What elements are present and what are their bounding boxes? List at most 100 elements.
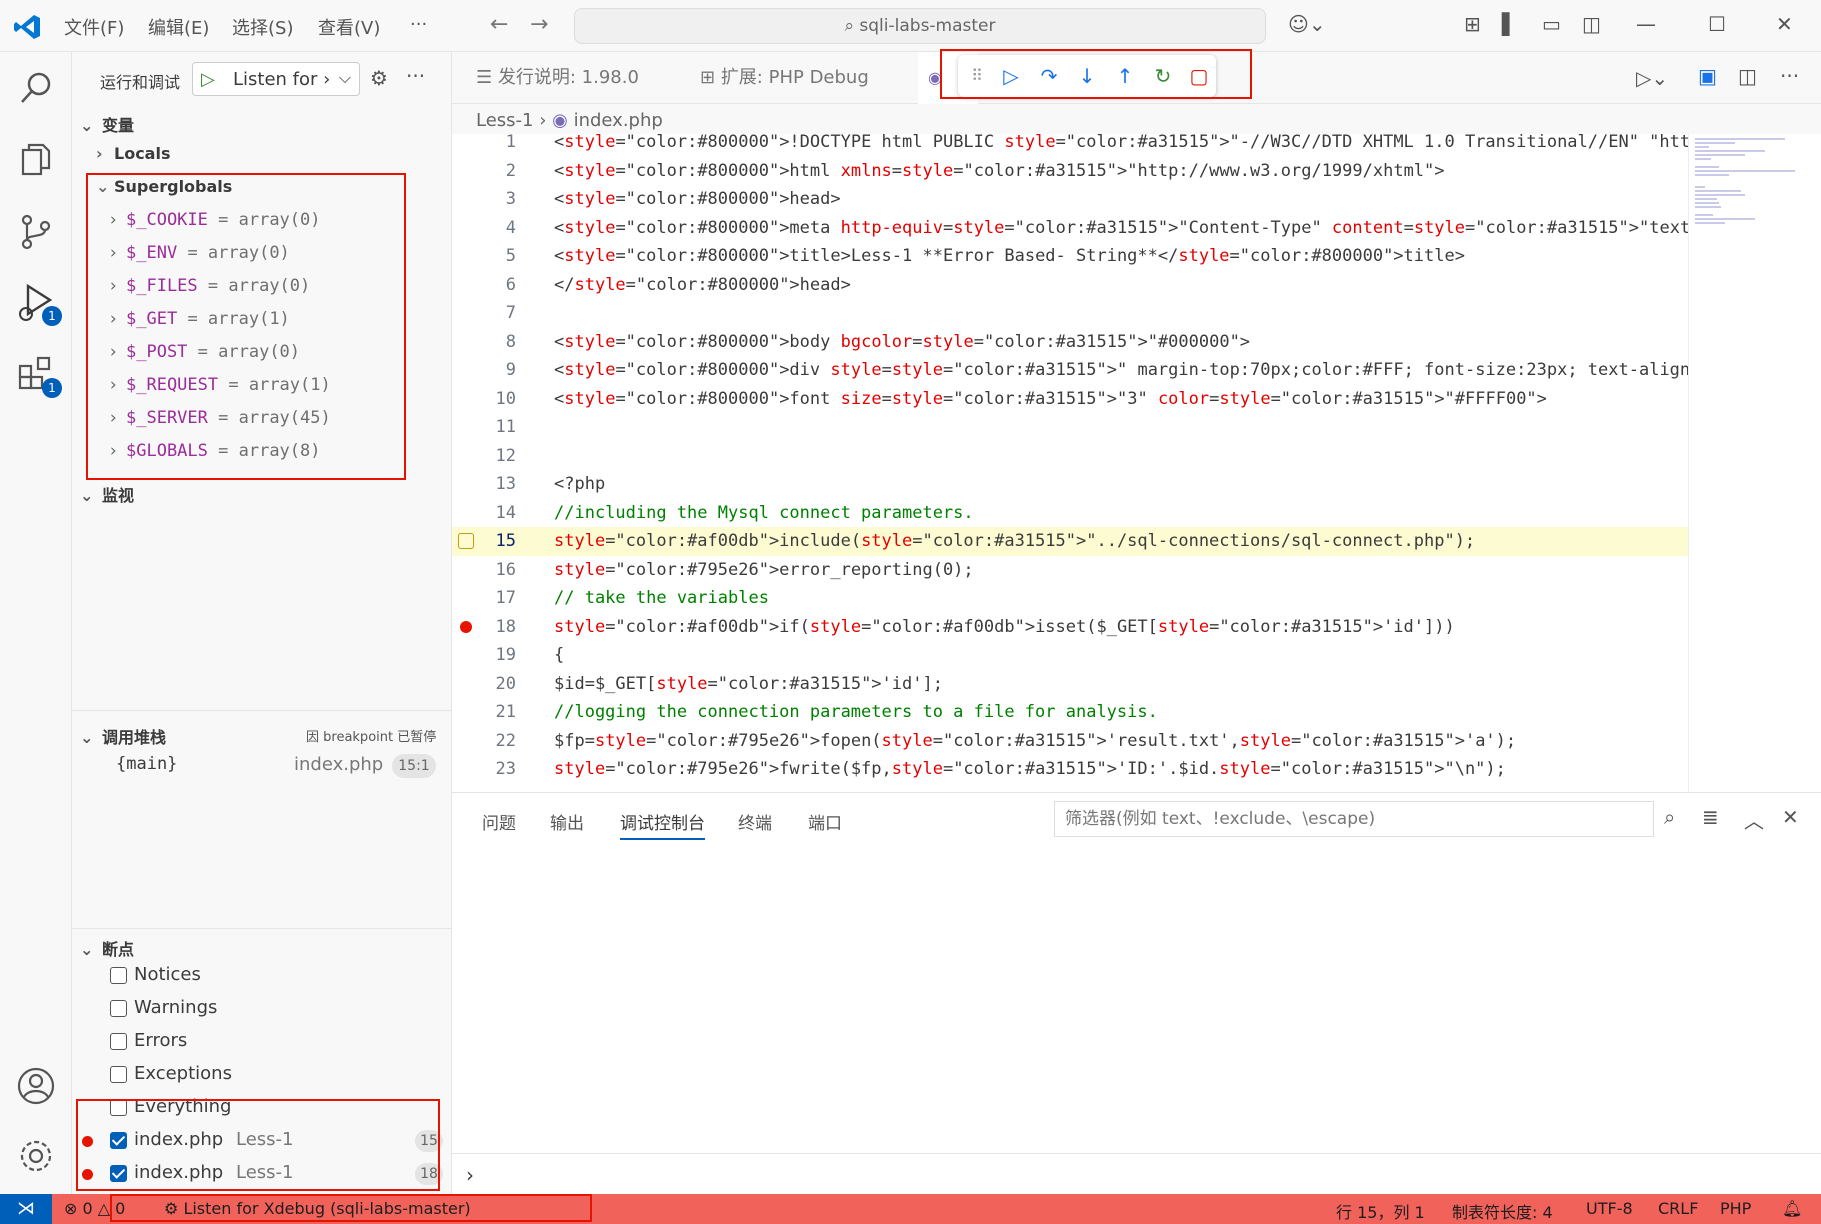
php-extension-icon[interactable]: ▣ — [1698, 64, 1717, 88]
step-out-icon[interactable]: ↑ — [1112, 63, 1138, 89]
code-line[interactable]: 11 — [452, 413, 1688, 442]
checkbox[interactable] — [110, 1066, 127, 1083]
open-launch-json-gear-icon[interactable]: ⚙ — [370, 66, 388, 90]
code-editor[interactable]: 1 <style="color:#800000">!DOCTYPE html PU… — [452, 134, 1688, 792]
code-line[interactable]: 22 $fp=style="color:#795e26">fopen(style=… — [452, 727, 1688, 756]
step-into-icon[interactable]: ↓ — [1074, 63, 1100, 89]
tab-php-debug-extension[interactable]: ⊞ 扩展: PHP Debug — [700, 52, 869, 104]
variable-row[interactable]: › $_COOKIE = array(0) — [108, 210, 321, 230]
toggle-panel-icon[interactable]: ▭ — [1542, 12, 1561, 36]
step-over-icon[interactable]: ↷ — [1036, 63, 1062, 89]
launch-config-select[interactable]: ▷ Listen for › ⌵ — [192, 62, 360, 96]
console-prompt-icon[interactable]: › — [466, 1163, 474, 1187]
code-line[interactable]: 20 $id=$_GET[style="color:#a31515">'id']; — [452, 670, 1688, 699]
tab-problems[interactable]: 问题 — [482, 809, 516, 834]
code-line[interactable]: 8 <style="color:#800000">body bgcolor=sty… — [452, 328, 1688, 357]
tab-debug-console[interactable]: 调试控制台 — [620, 809, 705, 840]
checkbox[interactable] — [110, 1165, 127, 1182]
search-view-icon[interactable] — [14, 66, 58, 110]
variable-row[interactable]: › $_POST = array(0) — [108, 342, 300, 362]
exception-breakpoint-row[interactable]: Errors — [72, 1026, 451, 1058]
code-line[interactable]: 23 style="color:#795e26">fwrite($fp,style… — [452, 755, 1688, 784]
superglobals-scope[interactable]: ⌄ Superglobals — [96, 177, 232, 196]
menu-file[interactable]: 文件(F) — [64, 14, 124, 40]
variable-row[interactable]: › $_ENV = array(0) — [108, 243, 290, 263]
checkbox[interactable] — [110, 1033, 127, 1050]
watch-section-header[interactable]: ⌄ 监视 — [80, 482, 134, 506]
nav-back-icon[interactable]: ← — [490, 12, 508, 37]
code-line[interactable]: 5 <style="color:#800000">title>Less-1 **E… — [452, 242, 1688, 271]
code-line[interactable]: 9 <style="color:#800000">div style=style=… — [452, 356, 1688, 385]
code-line[interactable]: 10 <style="color:#800000">font size=style… — [452, 385, 1688, 414]
menu-selection[interactable]: 选择(S) — [232, 14, 293, 40]
file-breakpoint-row[interactable]: index.php Less-1 15 — [72, 1125, 451, 1157]
tab-ports[interactable]: 端口 — [808, 809, 842, 834]
code-line[interactable]: 17 // take the variables — [452, 584, 1688, 613]
toggle-sidebar-icon[interactable]: ▌ — [1502, 12, 1517, 36]
checkbox[interactable] — [110, 1099, 127, 1116]
search-icon[interactable]: ⌕ — [1664, 805, 1675, 829]
close-panel-icon[interactable]: ✕ — [1782, 805, 1799, 829]
remote-indicator-icon[interactable]: ⋊ — [0, 1194, 52, 1224]
checkbox[interactable] — [110, 967, 127, 984]
tab-output[interactable]: 输出 — [550, 809, 584, 834]
clear-console-icon[interactable]: ≣ — [1702, 805, 1719, 829]
maximize-panel-chevron-up-icon[interactable]: ︿ — [1744, 805, 1764, 834]
callstack-frame[interactable]: {main} index.php 15:1 — [116, 754, 446, 784]
checkbox[interactable] — [110, 1000, 127, 1017]
code-line[interactable]: 4 <style="color:#800000">meta http-equiv=… — [452, 214, 1688, 243]
exception-breakpoint-row[interactable]: Notices — [72, 960, 451, 992]
stop-icon[interactable]: ▢ — [1186, 63, 1212, 89]
command-center-search[interactable]: ⌕ sqli-labs-master — [574, 8, 1266, 44]
code-line[interactable]: 21 //logging the connection parameters to… — [452, 698, 1688, 727]
menu-more[interactable]: ··· — [410, 14, 427, 35]
code-line[interactable]: 15 style="color:#af00db">include(style="c… — [452, 527, 1688, 556]
variable-row[interactable]: › $_SERVER = array(45) — [108, 408, 331, 428]
notifications-bell-icon[interactable]: 🔔︎ — [1782, 1199, 1802, 1218]
variable-row[interactable]: › $_REQUEST = array(1) — [108, 375, 331, 395]
accounts-icon[interactable] — [14, 1064, 58, 1108]
language-mode[interactable]: PHP — [1720, 1199, 1751, 1218]
exception-breakpoint-row[interactable]: Everything — [72, 1092, 451, 1124]
extensions-view-icon[interactable]: 1 — [14, 352, 62, 398]
code-line[interactable]: 13 <?php — [452, 470, 1688, 499]
exception-breakpoint-row[interactable]: Warnings — [72, 993, 451, 1025]
run-debug-view-icon[interactable]: 1 — [14, 280, 62, 326]
minimize-icon[interactable]: — — [1636, 12, 1656, 36]
cursor-position[interactable]: 行 15，列 1 — [1336, 1199, 1425, 1223]
drag-handle-icon[interactable]: ⠿ — [964, 63, 990, 89]
checkbox[interactable] — [110, 1132, 127, 1149]
exception-breakpoint-row[interactable]: Exceptions — [72, 1059, 451, 1091]
copilot-icon[interactable]: ☺⌄ — [1288, 12, 1326, 36]
code-line[interactable]: 1 <style="color:#800000">!DOCTYPE html PU… — [452, 134, 1688, 157]
variable-row[interactable]: › $GLOBALS = array(8) — [108, 441, 321, 461]
breakpoints-section-header[interactable]: ⌄ 断点 — [80, 936, 134, 960]
variable-row[interactable]: › $_FILES = array(0) — [108, 276, 310, 296]
menu-edit[interactable]: 编辑(E) — [148, 14, 209, 40]
console-filter-input[interactable]: 筛选器(例如 text、!exclude、\escape) — [1054, 801, 1654, 837]
more-actions-icon[interactable]: ··· — [406, 64, 425, 88]
code-line[interactable]: 14 //including the Mysql connect paramete… — [452, 499, 1688, 528]
manage-gear-icon[interactable] — [14, 1134, 58, 1178]
code-line[interactable]: 2 <style="color:#800000">html xmlns=style… — [452, 157, 1688, 186]
split-editor-icon[interactable]: ◫ — [1738, 64, 1757, 88]
run-code-play-icon[interactable]: ▷⌄ — [1636, 66, 1668, 90]
breadcrumb-folder[interactable]: Less-1 — [476, 110, 534, 131]
code-line[interactable]: 12 — [452, 442, 1688, 471]
problems-indicator[interactable]: ⊗ 0 △ 0 — [64, 1199, 125, 1218]
code-line[interactable]: 7 — [452, 299, 1688, 328]
code-line[interactable]: 6 </style="color:#800000">head> — [452, 271, 1688, 300]
tab-release-notes[interactable]: ☰ 发行说明: 1.98.0 — [476, 52, 639, 104]
code-line[interactable]: 16 style="color:#795e26">error_reporting(… — [452, 556, 1688, 585]
maximize-icon[interactable]: ☐ — [1708, 12, 1726, 36]
debug-session-indicator[interactable]: ⚙ Listen for Xdebug (sqli-labs-master) — [164, 1199, 471, 1218]
restart-icon[interactable]: ↻ — [1150, 63, 1176, 89]
toggle-secondary-sidebar-icon[interactable]: ◫ — [1582, 12, 1601, 36]
variables-section-header[interactable]: ⌄ 变量 — [80, 112, 134, 136]
tab-terminal[interactable]: 终端 — [738, 809, 772, 834]
callstack-section-header[interactable]: ⌄ 调用堆栈 — [80, 724, 166, 748]
customize-layout-icon[interactable]: ⊞ — [1464, 12, 1481, 36]
code-line[interactable]: 18 style="color:#af00db">if(style="color:… — [452, 613, 1688, 642]
nav-forward-icon[interactable]: → — [530, 12, 548, 37]
chevron-down-icon[interactable]: ⌵ — [339, 68, 351, 88]
